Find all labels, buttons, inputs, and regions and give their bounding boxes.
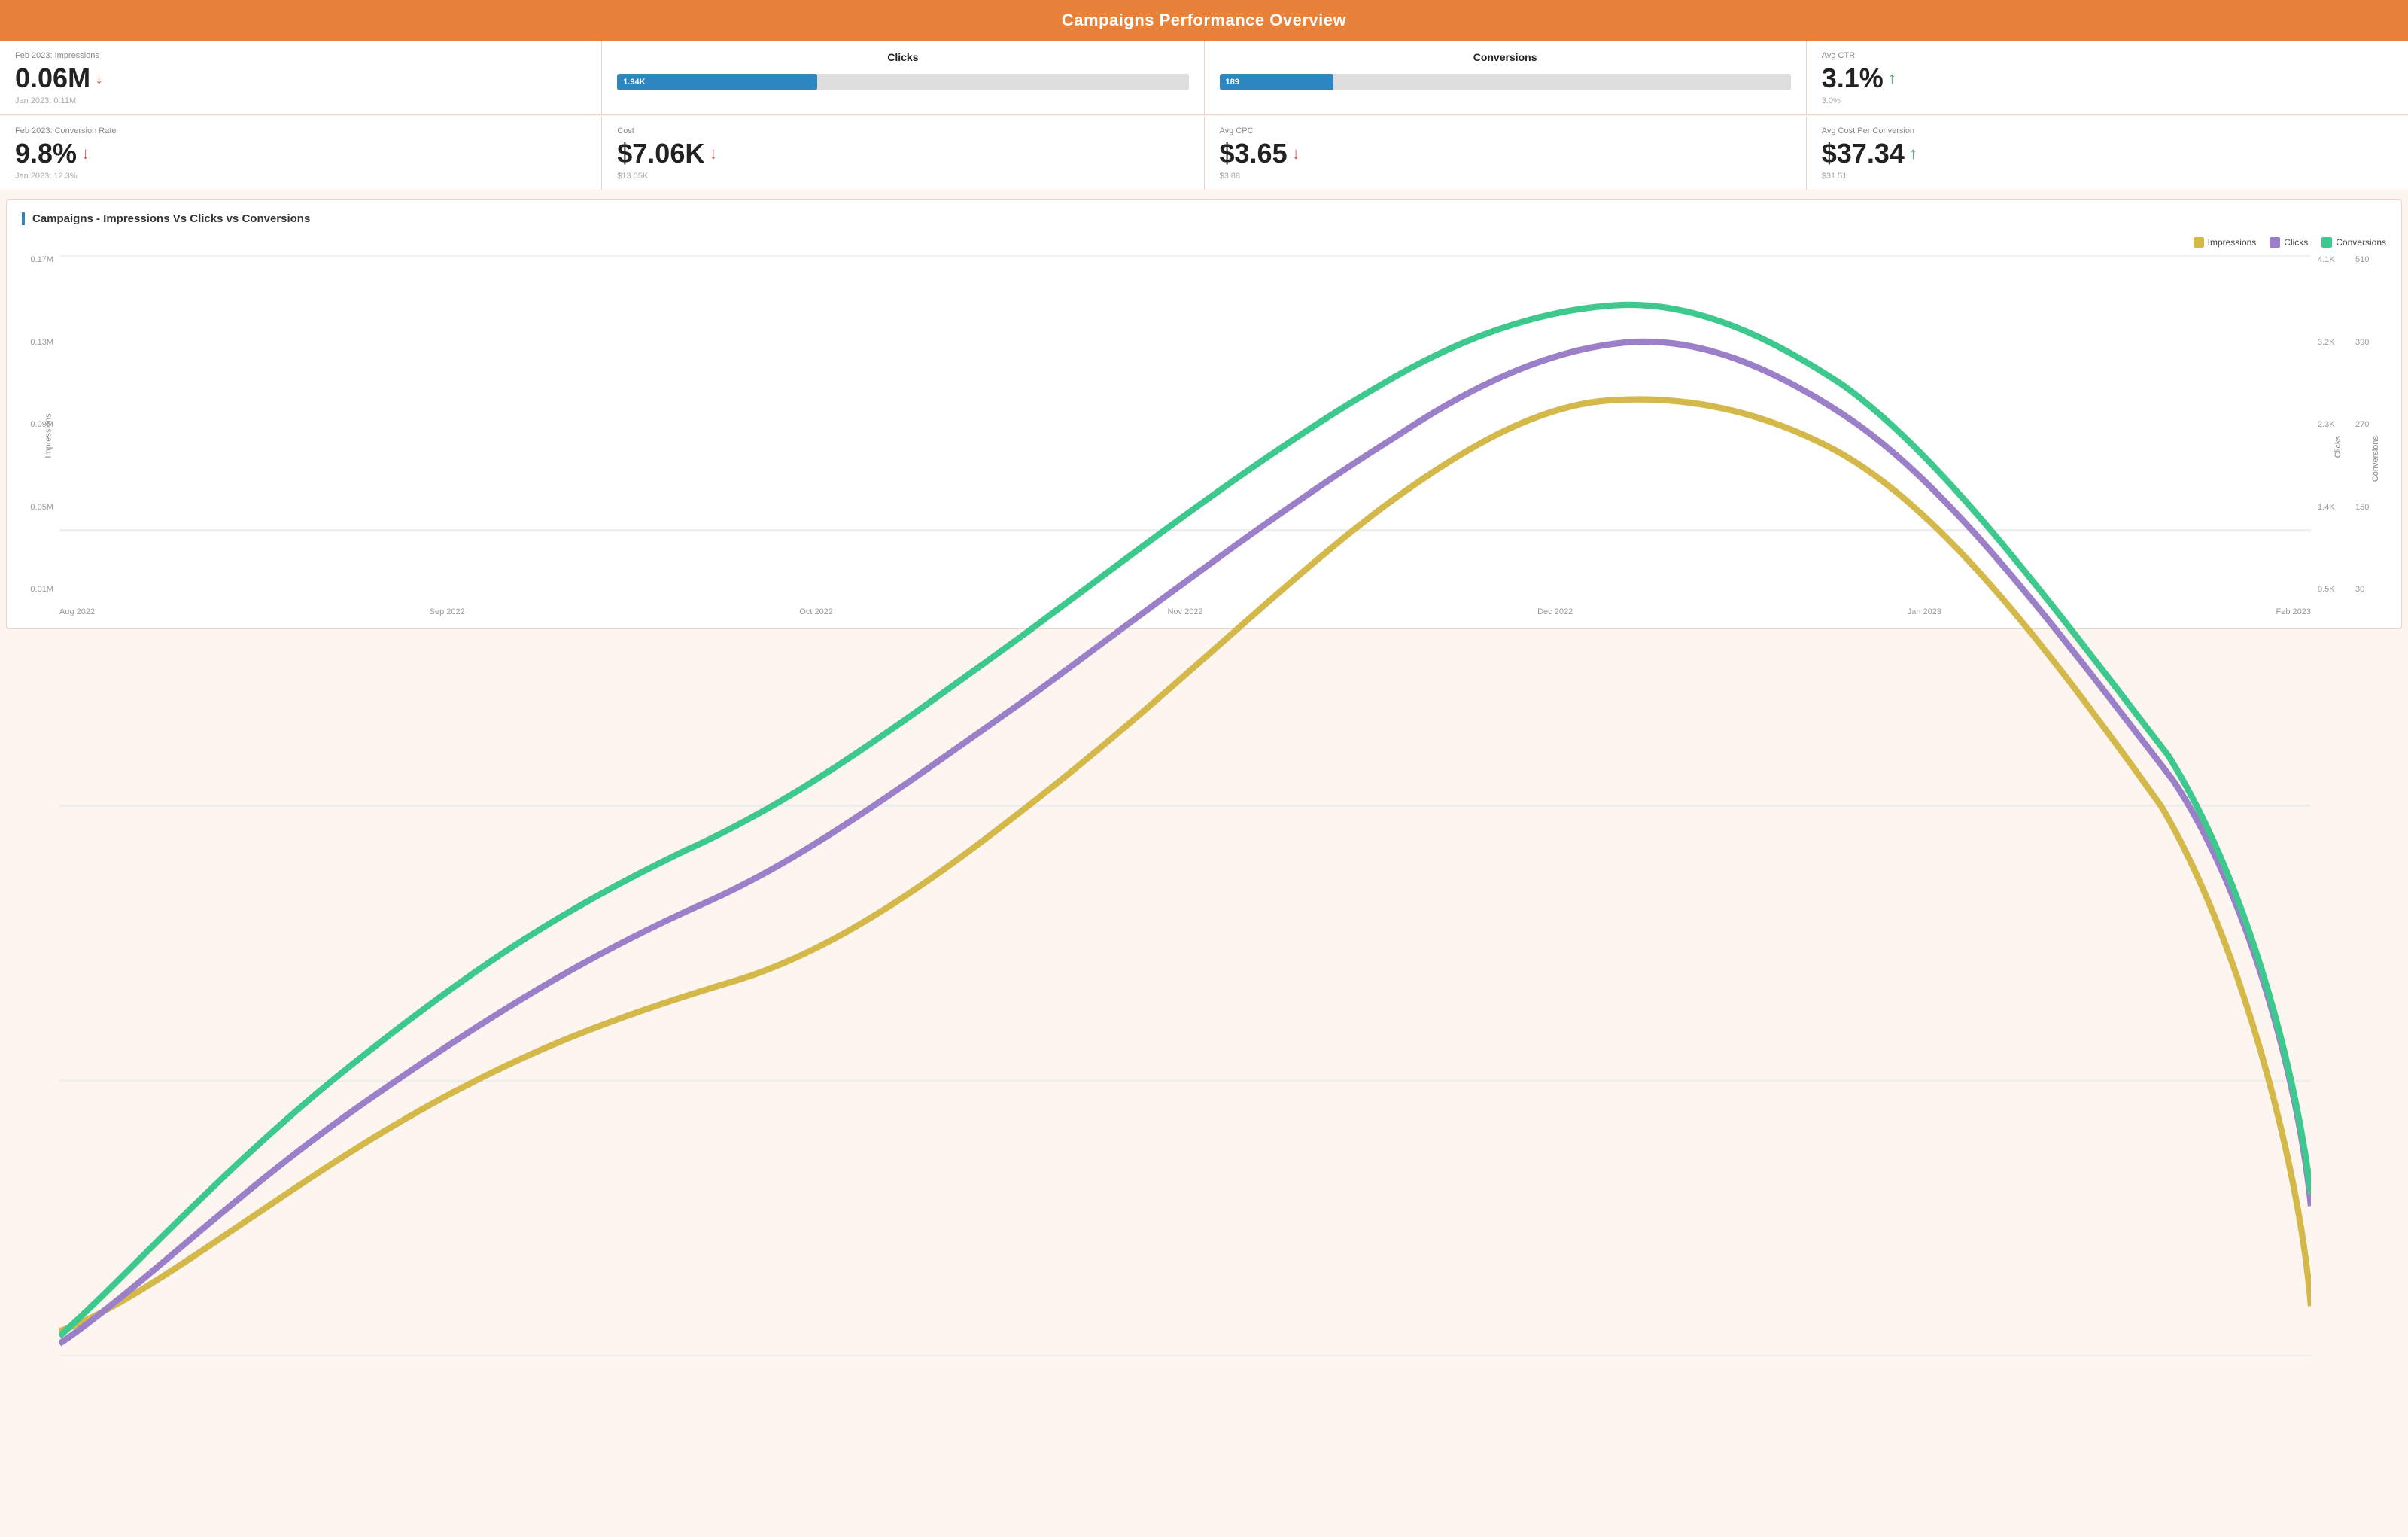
conv-rate-sub: Jan 2023: 12.3% (15, 172, 586, 181)
cost-arrow-down: ↓ (709, 145, 717, 162)
metric-clicks: Clicks 1.94K (602, 41, 1203, 114)
clicks-bar: 1.94K (617, 74, 1188, 90)
y-left-3: 0.09M (30, 420, 53, 429)
impressions-line (59, 400, 2311, 1332)
metric-impressions: Feb 2023: Impressions 0.06M ↓ Jan 2023: … (0, 41, 601, 114)
chart-title: Campaigns - Impressions Vs Clicks vs Con… (22, 212, 2386, 225)
x-dec: Dec 2022 (1537, 607, 1573, 616)
y-axis-conv-label: Conversions (2371, 436, 2380, 482)
chart-area: Impressions 0.17M 0.13M 0.09M 0.05M 0.01… (22, 255, 2386, 616)
impressions-sub: Jan 2023: 0.11M (15, 96, 586, 105)
clicks-bar-fill: 1.94K (617, 74, 817, 90)
y-left-1: 0.01M (30, 585, 53, 594)
avg-cost-conv-arrow-up: ↑ (1909, 145, 1917, 162)
metric-avg-ctr: Avg CTR 3.1% ↑ 3.0% (1807, 41, 2408, 114)
metrics-row-1: Feb 2023: Impressions 0.06M ↓ Jan 2023: … (0, 41, 2408, 115)
conv-rate-arrow-down: ↓ (81, 145, 90, 162)
y-left-5: 0.17M (30, 255, 53, 264)
legend-impressions-label: Impressions (2208, 237, 2257, 248)
y-left-2: 0.05M (30, 503, 53, 512)
metric-cost: Cost $7.06K ↓ $13.05K (602, 116, 1203, 190)
clicks-line (59, 342, 2311, 1344)
clicks-label: Clicks (617, 51, 1188, 63)
header: Campaigns Performance Overview (0, 0, 2408, 41)
x-aug: Aug 2022 (59, 607, 95, 616)
avg-ctr-sub: 3.0% (1822, 96, 2393, 105)
x-feb: Feb 2023 (2276, 607, 2311, 616)
cost-label: Cost (617, 126, 1188, 135)
impressions-value: 0.06M ↓ (15, 65, 586, 92)
avg-cost-conv-sub: $31.51 (1822, 172, 2393, 181)
avg-cpc-label: Avg CPC (1220, 126, 1791, 135)
avg-cost-conv-value: $37.34 ↑ (1822, 140, 2393, 167)
avg-cost-conv-label: Avg Cost Per Conversion (1822, 126, 2393, 135)
legend-conversions-label: Conversions (2336, 237, 2386, 248)
avg-ctr-arrow-up: ↑ (1888, 70, 1896, 87)
x-axis-labels: Aug 2022 Sep 2022 Oct 2022 Nov 2022 Dec … (59, 607, 2311, 616)
chart-legend: Impressions Clicks Conversions (22, 237, 2386, 248)
y-conv-1: 30 (2355, 585, 2364, 594)
y-clicks-3: 2.3K (2318, 420, 2335, 429)
legend-clicks-label: Clicks (2284, 237, 2308, 248)
y-conv-3: 270 (2355, 420, 2369, 429)
line-chart-svg (59, 255, 2311, 1356)
header-title: Campaigns Performance Overview (1062, 11, 1346, 29)
conv-rate-label: Feb 2023: Conversion Rate (15, 126, 586, 135)
legend-impressions: Impressions (2194, 237, 2257, 248)
avg-cpc-arrow-down: ↓ (1292, 145, 1300, 162)
metric-avg-cpc: Avg CPC $3.65 ↓ $3.88 (1205, 116, 1806, 190)
y-clicks-2: 1.4K (2318, 503, 2335, 512)
conversions-line (59, 305, 2311, 1336)
conversions-bar-fill: 189 (1220, 74, 1334, 90)
legend-impressions-dot (2194, 237, 2204, 248)
metrics-row-2: Feb 2023: Conversion Rate 9.8% ↓ Jan 202… (0, 116, 2408, 190)
metric-avg-cost-per-conv: Avg Cost Per Conversion $37.34 ↑ $31.51 (1807, 116, 2408, 190)
y-axis-left: 0.17M 0.13M 0.09M 0.05M 0.01M (22, 255, 59, 594)
conv-rate-value: 9.8% ↓ (15, 140, 586, 167)
conversions-bar: 189 (1220, 74, 1791, 90)
y-clicks-5: 4.1K (2318, 255, 2335, 264)
y-conv-5: 510 (2355, 255, 2369, 264)
metric-conversion-rate: Feb 2023: Conversion Rate 9.8% ↓ Jan 202… (0, 116, 601, 190)
avg-cpc-value: $3.65 ↓ (1220, 140, 1791, 167)
y-conv-2: 150 (2355, 503, 2369, 512)
cost-value: $7.06K ↓ (617, 140, 1188, 167)
x-sep: Sep 2022 (430, 607, 465, 616)
y-conv-4: 390 (2355, 338, 2369, 347)
y-clicks-4: 3.2K (2318, 338, 2335, 347)
x-jan: Jan 2023 (1908, 607, 1941, 616)
impressions-arrow-down: ↓ (95, 70, 103, 87)
y-clicks-1: 0.5K (2318, 585, 2335, 594)
y-axis-clicks: 4.1K 3.2K 2.3K 1.4K 0.5K (2315, 255, 2345, 594)
legend-conversions-dot (2321, 237, 2332, 248)
conversions-label: Conversions (1220, 51, 1791, 63)
legend-clicks-dot (2270, 237, 2280, 248)
metric-conversions: Conversions 189 (1205, 41, 1806, 114)
cost-sub: $13.05K (617, 172, 1188, 181)
legend-conversions: Conversions (2321, 237, 2386, 248)
legend-clicks: Clicks (2270, 237, 2308, 248)
y-axis-conv: 510 390 270 150 30 (2352, 255, 2386, 594)
impressions-label: Feb 2023: Impressions (15, 51, 586, 60)
x-oct: Oct 2022 (799, 607, 833, 616)
avg-ctr-label: Avg CTR (1822, 51, 2393, 60)
y-left-4: 0.13M (30, 338, 53, 347)
chart-section: Campaigns - Impressions Vs Clicks vs Con… (6, 199, 2402, 629)
x-nov: Nov 2022 (1167, 607, 1202, 616)
avg-cpc-sub: $3.88 (1220, 172, 1791, 181)
y-axis-clicks-label: Clicks (2334, 436, 2343, 458)
avg-ctr-value: 3.1% ↑ (1822, 65, 2393, 92)
